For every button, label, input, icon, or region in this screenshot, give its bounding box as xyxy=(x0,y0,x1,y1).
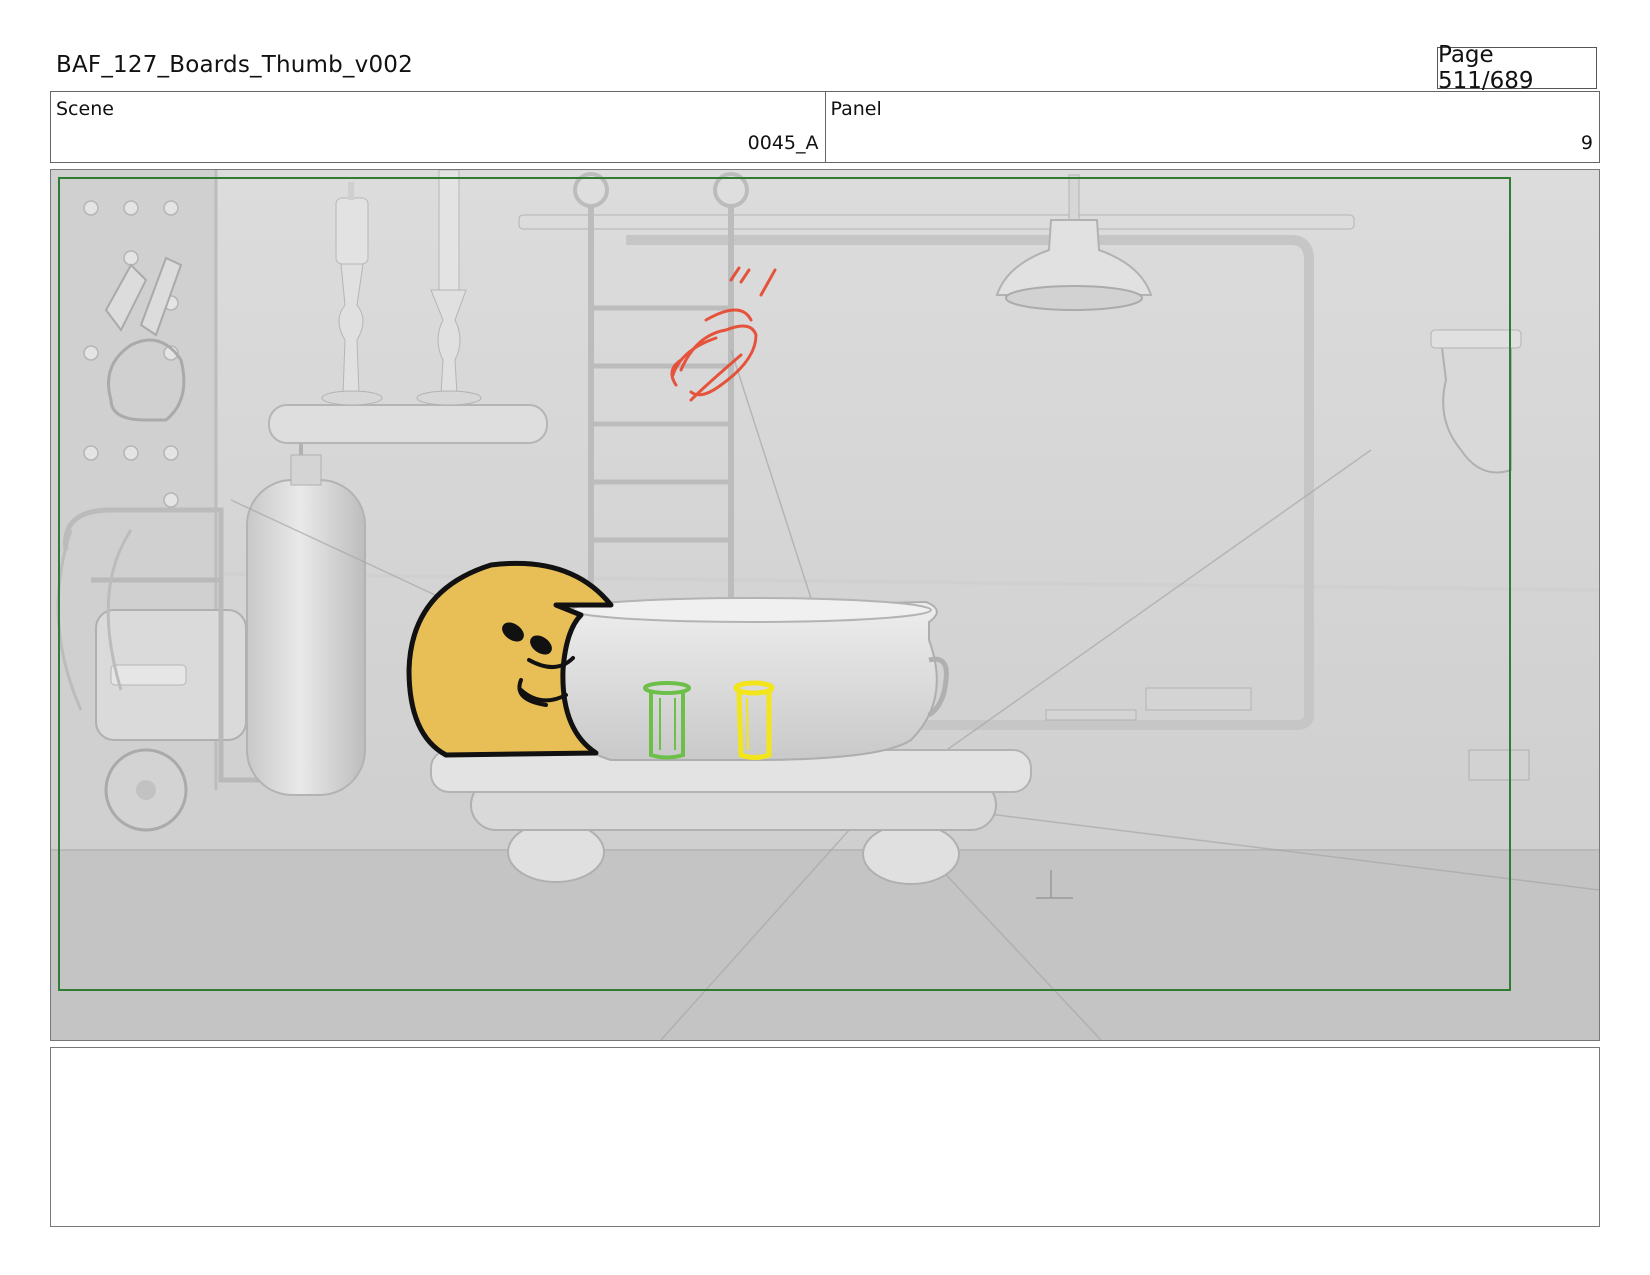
cauldron xyxy=(559,597,949,761)
notes-text xyxy=(51,1048,1599,1068)
scene-value: 0045_A xyxy=(747,132,819,154)
floor xyxy=(51,850,1599,1040)
gas-tank xyxy=(246,479,366,796)
page-number-box: Page 511/689 xyxy=(1437,42,1597,94)
document-title: BAF_127_Boards_Thumb_v002 xyxy=(56,52,413,78)
storyboard-drawing xyxy=(51,170,1599,1040)
scene-cell: Scene 0045_A xyxy=(51,92,825,162)
scene-panel-info-row: Scene 0045_A Panel 9 xyxy=(50,91,1600,163)
storyboard-frame xyxy=(50,169,1600,1041)
panel-value: 9 xyxy=(1580,132,1593,154)
panel-label: Panel xyxy=(830,98,882,120)
scene-label: Scene xyxy=(56,98,114,120)
panel-cell: Panel 9 xyxy=(824,92,1600,162)
notes-box xyxy=(50,1047,1600,1227)
